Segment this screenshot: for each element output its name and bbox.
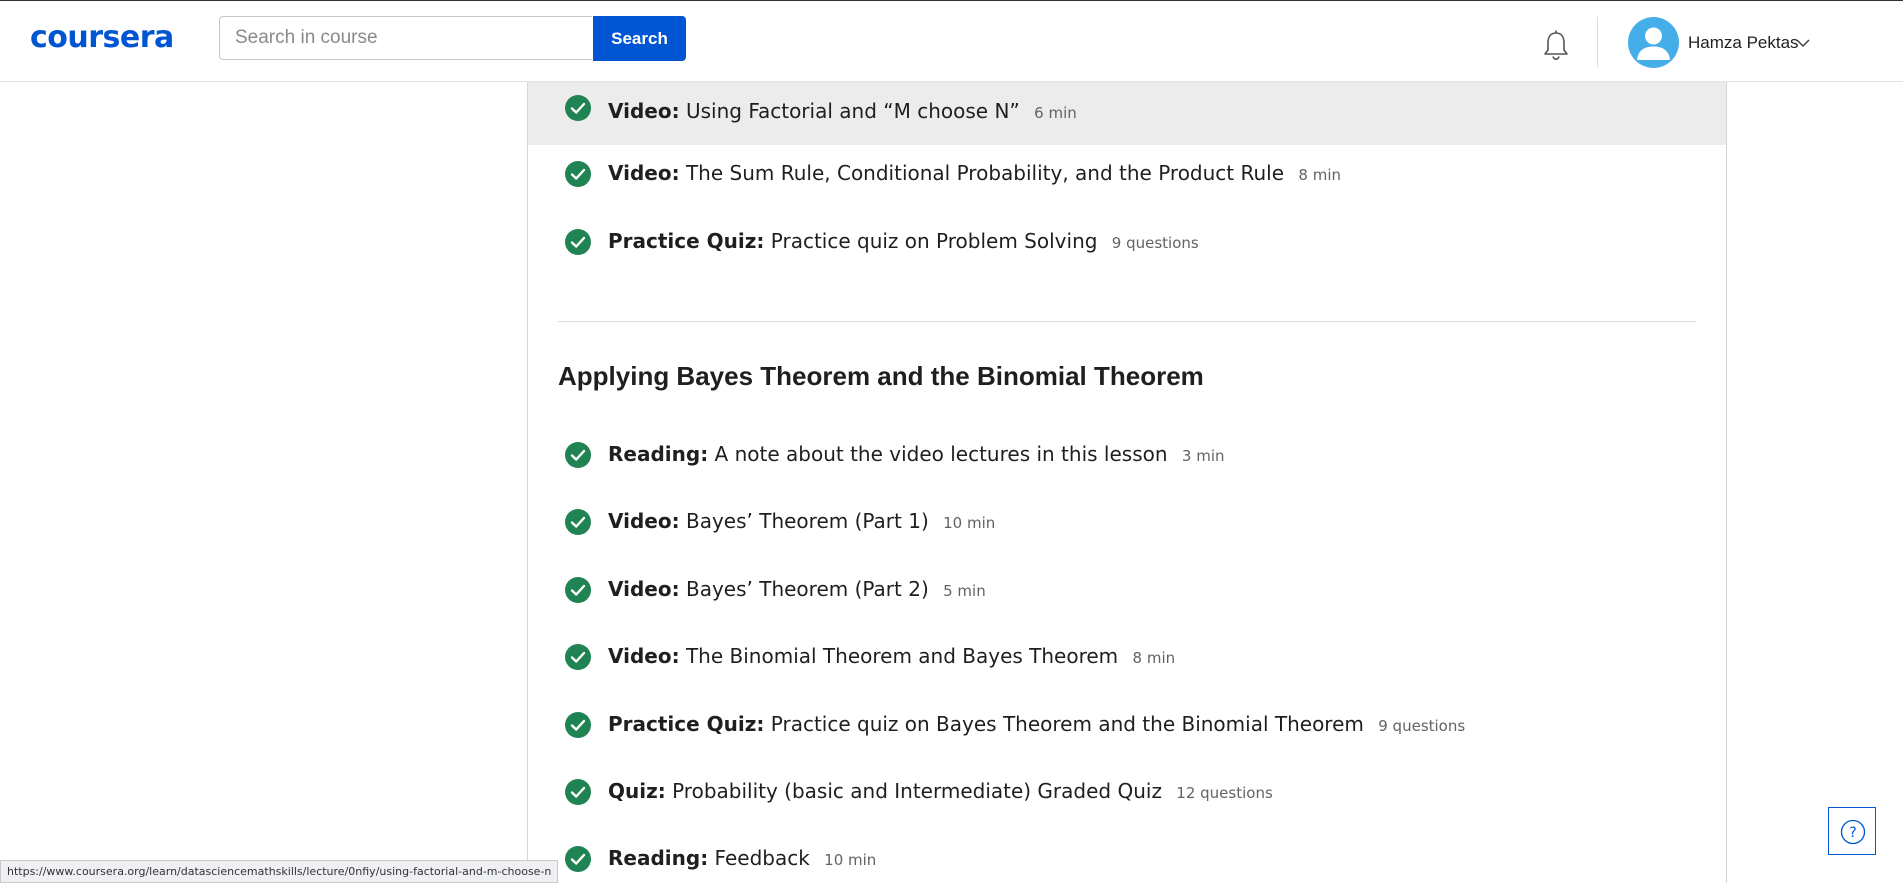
lesson-item-text: Practice Quiz: Practice quiz on Problem … [608,229,1199,253]
lesson-item-type: Quiz: [608,779,666,803]
lesson-item-meta: 5 min [943,582,986,600]
lesson-item-meta: 9 questions [1111,234,1199,252]
lesson-item[interactable]: Practice Quiz: Practice quiz on Bayes Th… [528,700,1726,750]
lesson-item-text: Reading: Feedback 10 min [608,846,876,870]
top-header: coursera Search Hamza Pektas [0,1,1903,82]
lesson-item-meta: 8 min [1298,166,1341,184]
check-circle-icon [565,577,591,603]
status-bar-url: https://www.coursera.org/learn/datascien… [0,860,559,883]
search-input[interactable] [219,16,592,60]
lesson-item-title[interactable]: The Sum Rule, Conditional Probability, a… [686,161,1284,185]
lesson-item-text: Quiz: Probability (basic and Intermediat… [608,779,1273,803]
lesson-item-text: Video: The Binomial Theorem and Bayes Th… [608,644,1175,668]
lesson-item-text: Reading: A note about the video lectures… [608,442,1225,466]
lesson-item-title[interactable]: Practice quiz on Problem Solving [771,229,1098,253]
lesson-item-meta: 8 min [1132,649,1176,667]
bell-icon[interactable] [1538,28,1574,64]
lesson-item-text: Video: Using Factorial and “M choose N” … [608,99,1077,123]
lesson-item-type: Practice Quiz: [608,712,765,736]
lesson-item-type: Video: [608,99,680,123]
lesson-item[interactable]: Video: Using Factorial and “M choose N” … [528,82,1726,145]
chevron-down-icon[interactable] [1796,38,1810,48]
lesson-item[interactable]: Practice Quiz: Practice quiz on Problem … [528,217,1726,267]
lesson-item-meta: 10 min [943,514,996,532]
lesson-item[interactable]: Reading: A note about the video lectures… [528,430,1726,480]
lesson-item-type: Video: [608,509,680,533]
user-name[interactable]: Hamza Pektas [1688,33,1799,53]
help-label: ? [1849,825,1856,841]
course-content-panel: Video: Using Factorial and “M choose N” … [527,82,1727,883]
page: coursera Search Hamza Pektas [0,0,1903,883]
lesson-item-title[interactable]: The Binomial Theorem and Bayes Theorem [686,644,1118,668]
lesson-item[interactable]: Video: The Sum Rule, Conditional Probabi… [528,149,1726,199]
lesson-item-text: Practice Quiz: Practice quiz on Bayes Th… [608,712,1465,736]
lesson-item-title[interactable]: Using Factorial and “M choose N” [686,99,1020,123]
help-icon: ? [1840,819,1866,845]
check-circle-icon [565,509,591,535]
lesson-item-meta: 10 min [824,851,877,869]
check-circle-icon [565,161,591,187]
check-circle-icon [565,229,591,255]
lesson-item-type: Reading: [608,846,709,870]
lesson-item-title[interactable]: A note about the video lectures in this … [715,442,1168,466]
lesson-item-title[interactable]: Bayes’ Theorem (Part 1) [686,509,929,533]
avatar-user-icon [1637,27,1670,60]
lesson-item-title[interactable]: Probability (basic and Intermediate) Gra… [672,779,1162,803]
section-divider [558,321,1696,322]
lesson-item-text: Video: Bayes’ Theorem (Part 2) 5 min [608,577,986,601]
help-button[interactable]: ? [1828,807,1876,855]
lesson-item[interactable]: Video: Bayes’ Theorem (Part 1) 10 min [528,497,1726,547]
check-circle-icon [565,644,591,670]
section-title: Applying Bayes Theorem and the Binomial … [558,361,1204,391]
lesson-item-meta: 12 questions [1176,784,1273,802]
lesson-item-text: Video: Bayes’ Theorem (Part 1) 10 min [608,509,995,533]
lesson-item-meta: 6 min [1034,104,1077,122]
lesson-item[interactable]: Quiz: Probability (basic and Intermediat… [528,767,1726,817]
lesson-item[interactable]: Video: Bayes’ Theorem (Part 2) 5 min [528,565,1726,615]
header-divider [1597,17,1598,67]
lesson-item-type: Reading: [608,442,709,466]
lesson-item-meta: 3 min [1181,447,1225,465]
lesson-item[interactable]: Reading: Feedback 10 min [528,834,1726,883]
check-circle-icon [565,779,591,805]
coursera-logo[interactable]: coursera [30,20,174,55]
lesson-item-type: Practice Quiz: [608,229,765,253]
lesson-item-title[interactable]: Practice quiz on Bayes Theorem and the B… [771,712,1364,736]
check-circle-icon [565,442,591,468]
lesson-item-type: Video: [608,577,680,601]
lesson-item-type: Video: [608,161,680,185]
lesson-item-type: Video: [608,644,680,668]
check-circle-icon [565,846,591,872]
search-button[interactable]: Search [593,16,686,61]
lesson-item-title[interactable]: Feedback [715,846,810,870]
lesson-item[interactable]: Video: The Binomial Theorem and Bayes Th… [528,632,1726,682]
avatar[interactable] [1628,17,1679,68]
lesson-item-text: Video: The Sum Rule, Conditional Probabi… [608,161,1341,185]
check-circle-icon [565,95,591,121]
lesson-item-meta: 9 questions [1378,717,1466,735]
lesson-item-title[interactable]: Bayes’ Theorem (Part 2) [686,577,929,601]
check-circle-icon [565,712,591,738]
